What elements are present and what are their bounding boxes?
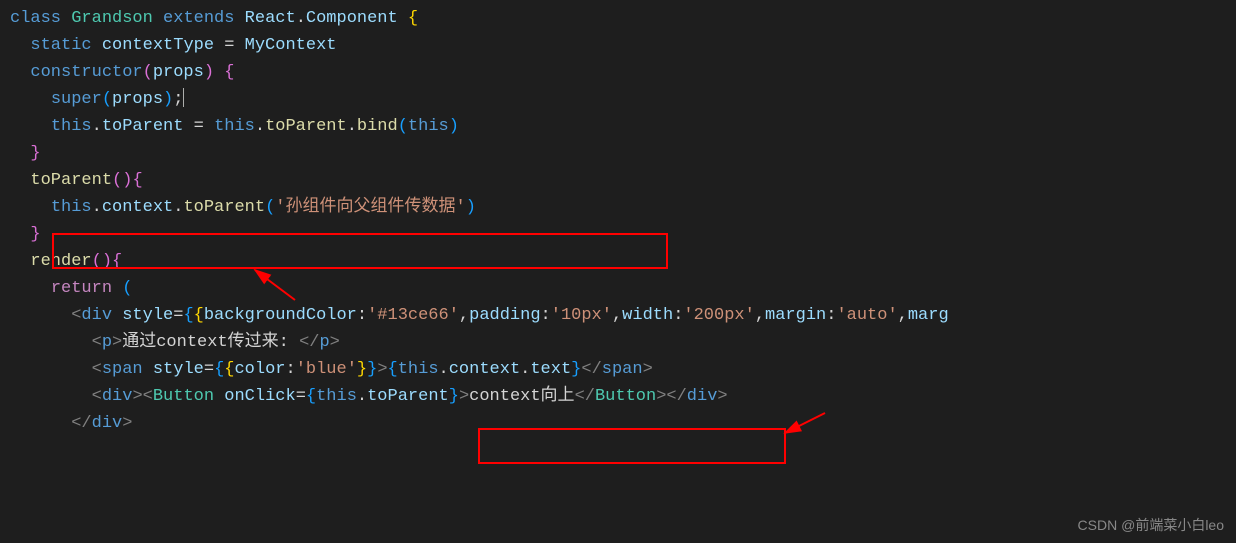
prop-width: width xyxy=(622,306,673,325)
component-ref: Component xyxy=(306,9,398,28)
code-line: constructor(props) { xyxy=(10,59,1236,86)
string-bg: '#13ce66' xyxy=(367,306,459,325)
prop-backgroundColor: backgroundColor xyxy=(204,306,357,325)
jsx-text: 通过context传过来: xyxy=(122,333,299,352)
prop-color: color xyxy=(234,360,285,379)
string-width: '200px' xyxy=(683,306,754,325)
string-padding: '10px' xyxy=(551,306,612,325)
mycontext-ref: MyContext xyxy=(245,36,337,55)
prop-text: text xyxy=(530,360,571,379)
code-line: <span style={{color:'blue'}}>{this.conte… xyxy=(10,356,1236,383)
code-line: class Grandson extends React.Component { xyxy=(10,5,1236,32)
fn-render: render xyxy=(30,252,91,271)
tag-div: div xyxy=(81,306,112,325)
keyword-this: this xyxy=(51,198,92,217)
prop-toParent: toParent xyxy=(102,117,184,136)
code-line: super(props); xyxy=(10,86,1236,113)
keyword-static: static xyxy=(30,36,91,55)
code-line: } xyxy=(10,221,1236,248)
equals: = xyxy=(224,36,234,55)
code-line: <p>通过context传过来: </p> xyxy=(10,329,1236,356)
code-line: } xyxy=(10,140,1236,167)
fn-toParent: toParent xyxy=(183,198,265,217)
tag-div: div xyxy=(102,387,133,406)
text-cursor xyxy=(183,88,184,107)
prop-margin: margin xyxy=(765,306,826,325)
keyword-super: super xyxy=(51,90,102,109)
equals: = xyxy=(194,117,204,136)
keyword-this: this xyxy=(214,117,255,136)
code-line: this.context.toParent('孙组件向父组件传数据') xyxy=(10,194,1236,221)
code-line: </div> xyxy=(10,410,1236,437)
component-button: Button xyxy=(153,387,214,406)
prop-marg: marg xyxy=(908,306,949,325)
attr-onClick: onClick xyxy=(224,387,295,406)
param-props: props xyxy=(112,90,163,109)
prop-contextType: contextType xyxy=(102,36,214,55)
param-props: props xyxy=(153,63,204,82)
keyword-class: class xyxy=(10,9,61,28)
code-line: toParent(){ xyxy=(10,167,1236,194)
keyword-this: this xyxy=(398,360,439,379)
attr-style: style xyxy=(122,306,173,325)
keyword-return: return xyxy=(51,279,112,298)
keyword-this: this xyxy=(51,117,92,136)
dot: . xyxy=(296,9,306,28)
component-button-close: Button xyxy=(595,387,656,406)
tag-p-close: p xyxy=(319,333,329,352)
prop-context: context xyxy=(449,360,520,379)
tag-span: span xyxy=(102,360,143,379)
prop-toParent: toParent xyxy=(367,387,449,406)
code-line: render(){ xyxy=(10,248,1236,275)
code-line: <div style={{backgroundColor:'#13ce66',p… xyxy=(10,302,1236,329)
string-margin: 'auto' xyxy=(836,306,897,325)
tag-span-close: span xyxy=(602,360,643,379)
tag-div-close: div xyxy=(687,387,718,406)
keyword-this: this xyxy=(408,117,449,136)
react-ref: React xyxy=(245,9,296,28)
keyword-this: this xyxy=(316,387,357,406)
tag-div-close: div xyxy=(92,414,123,433)
string-color: 'blue' xyxy=(296,360,357,379)
prop-context: context xyxy=(102,198,173,217)
tag-p: p xyxy=(102,333,112,352)
brace-open: { xyxy=(408,9,418,28)
code-editor[interactable]: class Grandson extends React.Component {… xyxy=(0,0,1236,437)
code-line: <div><Button onClick={this.toParent}>con… xyxy=(10,383,1236,410)
jsx-button-text: context向上 xyxy=(469,387,574,406)
attr-style: style xyxy=(153,360,204,379)
string-literal: '孙组件向父组件传数据' xyxy=(275,198,465,217)
prop-padding: padding xyxy=(469,306,540,325)
code-line: static contextType = MyContext xyxy=(10,32,1236,59)
code-line: return ( xyxy=(10,275,1236,302)
fn-bind: bind xyxy=(357,117,398,136)
keyword-constructor: constructor xyxy=(30,63,142,82)
class-name: Grandson xyxy=(71,9,153,28)
keyword-extends: extends xyxy=(163,9,234,28)
fn-toParent: toParent xyxy=(30,171,112,190)
code-line: this.toParent = this.toParent.bind(this) xyxy=(10,113,1236,140)
watermark: CSDN @前端菜小白leo xyxy=(1078,514,1224,537)
fn-toParent: toParent xyxy=(265,117,347,136)
